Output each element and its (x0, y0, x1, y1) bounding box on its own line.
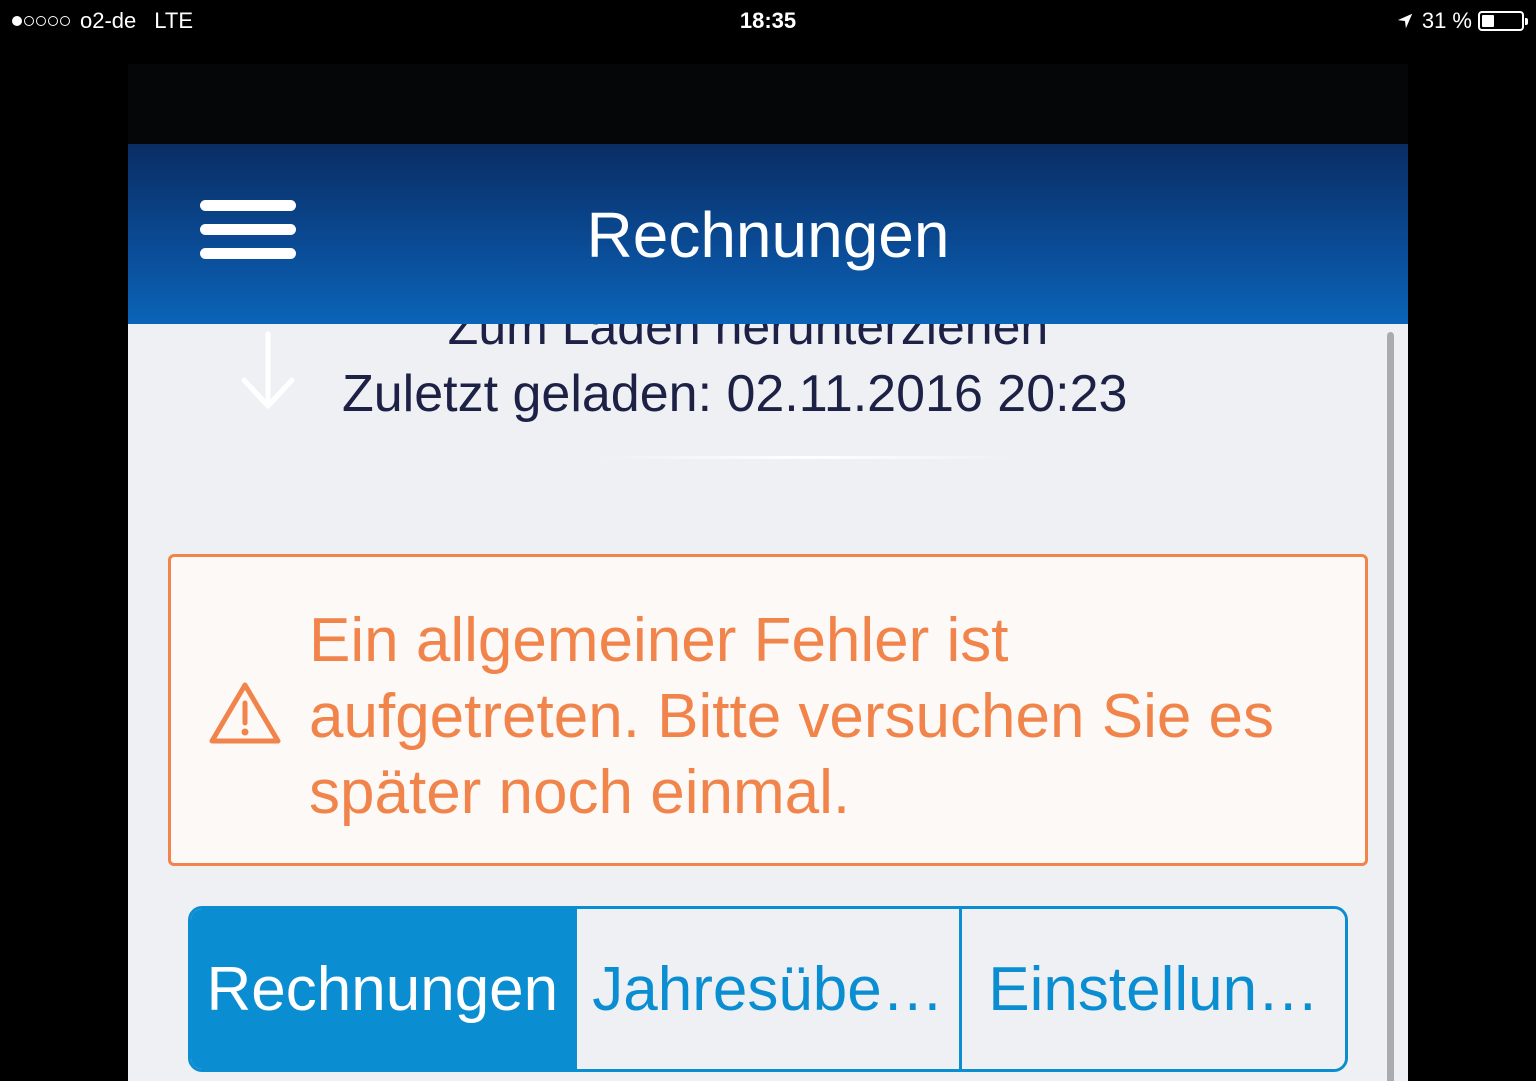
content-area[interactable]: Zum Laden herunterziehen Zuletzt geladen… (128, 324, 1408, 1081)
refresh-divider (598, 456, 1018, 459)
scrollbar[interactable] (1387, 332, 1394, 1081)
arrow-down-icon (241, 331, 295, 409)
segment-einstellungen[interactable]: Einstellun… (959, 909, 1345, 1069)
battery-percent: 31 % (1421, 8, 1472, 33)
status-right: 31 % (1396, 8, 1528, 34)
battery-icon (1478, 11, 1528, 31)
location-arrow-icon (1397, 13, 1413, 29)
page-title: Rechnungen (586, 199, 950, 271)
status-bar: o2-de LTE 18:35 31 % (0, 0, 1536, 42)
segment-jahresuebersicht[interactable]: Jahresübe… (573, 909, 960, 1069)
status-time: 18:35 (739, 8, 797, 33)
error-message-box: Ein allgemeiner Fehler ist aufgetreten. … (168, 554, 1368, 866)
warning-triangle-icon (209, 682, 281, 744)
segment-rechnungen[interactable]: Rechnungen (191, 909, 574, 1069)
pull-to-refresh-label: Zum Laden herunterziehen (447, 324, 1049, 355)
nav-bar: Rechnungen (128, 144, 1408, 324)
app-header-strip (128, 64, 1408, 144)
error-message-text: Ein allgemeiner Fehler ist aufgetreten. … (309, 606, 1275, 827)
screen: o2-de LTE 18:35 31 % Rechnungen Zum Lade… (0, 0, 1536, 1081)
last-loaded-timestamp: Zuletzt geladen: 02.11.2016 20:23 (342, 365, 1128, 423)
segmented-control: Rechnungen Jahresübe… Einstellun… (188, 906, 1348, 1072)
battery-fill (1482, 15, 1494, 27)
